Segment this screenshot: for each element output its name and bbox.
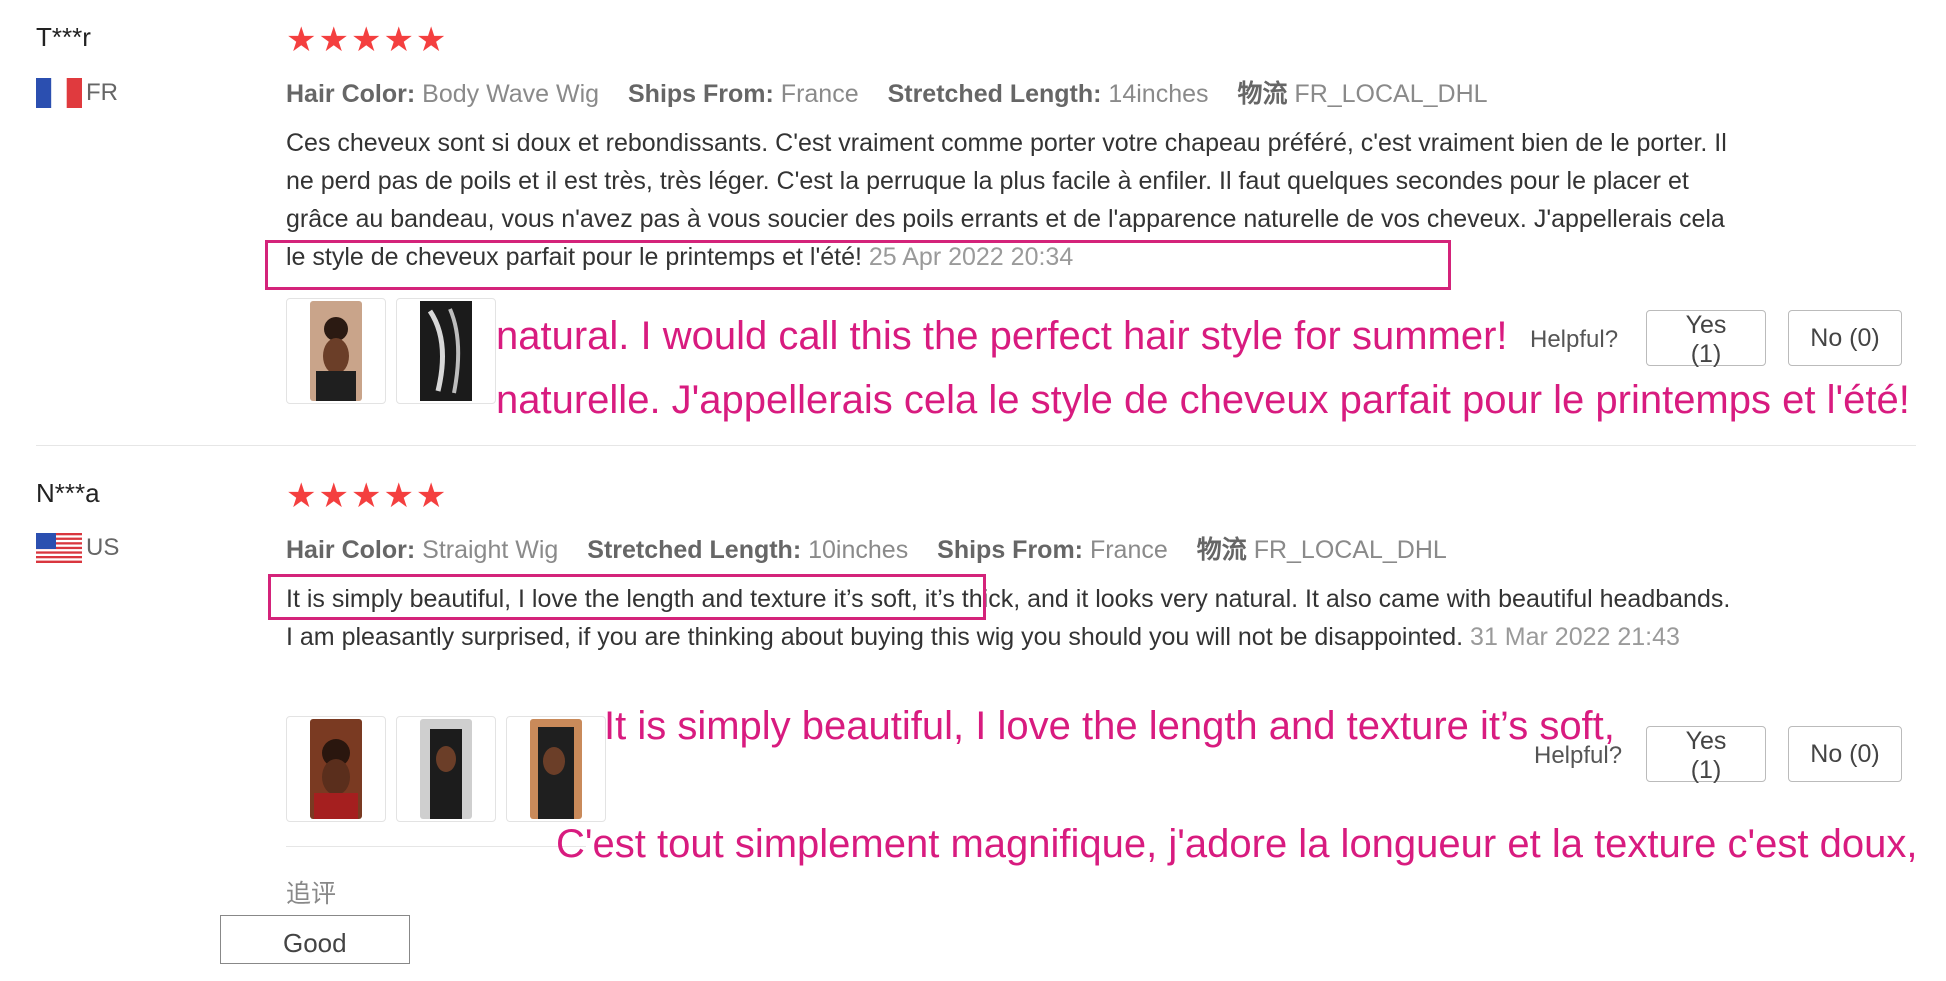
review-photo[interactable] (506, 716, 606, 822)
attr-stretched-length: Stretched Length: 10inches (587, 536, 909, 564)
attr-logistics: 物流 FR_LOCAL_DHL (1196, 536, 1447, 564)
photo-thumbnail-icon (310, 301, 362, 401)
photo-thumbnail-icon (530, 719, 582, 819)
review-date: 31 Mar 2022 21:43 (1470, 623, 1680, 651)
attr-ships-from: Ships From: France (937, 536, 1168, 564)
helpful-label: Helpful? (1530, 326, 1619, 353)
annotation-english: It is simply beautiful, I love the lengt… (604, 704, 1615, 748)
helpful-yes-button[interactable]: Yes (1) (1646, 726, 1766, 784)
review-photo[interactable] (396, 716, 496, 822)
highlight-box (268, 574, 986, 620)
france-flag-icon (36, 78, 82, 108)
followup-label: 追评 (286, 880, 337, 908)
review-photo[interactable] (286, 716, 386, 822)
review-photo[interactable] (286, 298, 386, 404)
annotation-english: natural. I would call this the perfect h… (496, 314, 1508, 358)
highlight-box (265, 240, 1451, 290)
followup-divider (286, 846, 586, 847)
annotation-french: C'est tout simplement magnifique, j'ador… (556, 822, 1918, 866)
attr-stretched-length: Stretched Length: 14inches (887, 80, 1209, 108)
attr-hair-color: Hair Color: Straight Wig (286, 536, 559, 564)
reviewer-country: FR (36, 78, 118, 108)
reviewer-name: T***r (36, 22, 91, 52)
followup-text: Good (220, 915, 410, 964)
star-rating: ★★★★★ (286, 21, 449, 59)
photo-thumbnail-icon (420, 301, 472, 401)
attr-hair-color: Hair Color: Body Wave Wig (286, 80, 600, 108)
helpful-yes-button[interactable]: Yes (1) (1646, 310, 1766, 368)
review-divider (36, 445, 1916, 446)
review-photo[interactable] (396, 298, 496, 404)
us-flag-icon (36, 533, 82, 563)
product-attributes: Hair Color: Straight Wig Stretched Lengt… (286, 530, 1469, 566)
helpful-no-button[interactable]: No (0) (1788, 726, 1902, 782)
reviewer-country: US (36, 533, 119, 563)
photo-thumbnail-icon (310, 719, 362, 819)
attr-ships-from: Ships From: France (628, 80, 859, 108)
helpful-label: Helpful? (1534, 742, 1623, 769)
annotation-french: naturelle. J'appellerais cela le style d… (496, 378, 1910, 422)
product-attributes: Hair Color: Body Wave Wig Ships From: Fr… (286, 74, 1510, 110)
helpful-no-button[interactable]: No (0) (1788, 310, 1902, 366)
photo-thumbnail-icon (420, 719, 472, 819)
star-rating: ★★★★★ (286, 477, 449, 515)
country-code: US (86, 534, 120, 561)
attr-logistics: 物流 FR_LOCAL_DHL (1237, 80, 1488, 108)
reviewer-name: N***a (36, 478, 100, 508)
country-code: FR (86, 79, 118, 106)
